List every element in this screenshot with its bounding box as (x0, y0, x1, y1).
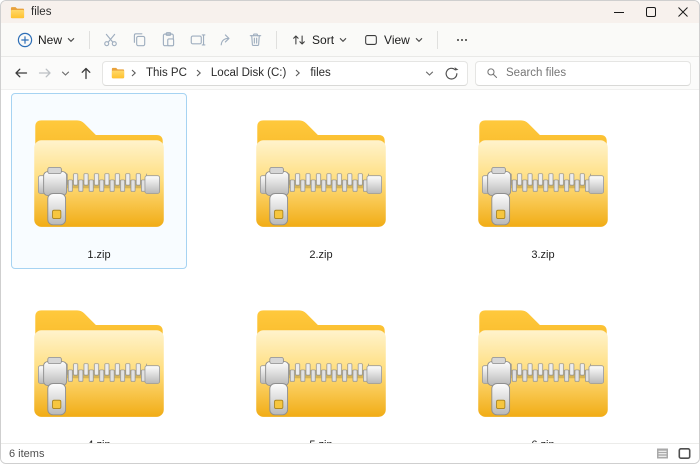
toolbar-divider (436, 30, 438, 49)
view-button[interactable]: View (355, 27, 431, 53)
forward-icon (37, 65, 53, 81)
delete-button[interactable] (241, 27, 270, 53)
chevron-down-icon (67, 37, 75, 43)
file-item-2zip[interactable]: 2.zip (233, 93, 409, 269)
breadcrumb-local-disk-c[interactable]: Local Disk (C:) (208, 66, 289, 80)
sort-button[interactable]: Sort (283, 27, 355, 53)
file-label: 3.zip (531, 249, 555, 261)
zip-folder-icon (252, 94, 390, 246)
navigation-bar: This PC Local Disk (C:) files (1, 57, 699, 90)
file-item-6zip[interactable]: 6.zip (455, 283, 631, 443)
chevron-down-icon (339, 37, 347, 43)
copy-icon (131, 31, 148, 48)
sort-icon (291, 32, 307, 48)
search-icon (485, 66, 499, 80)
new-plus-icon (17, 32, 33, 48)
refresh-icon[interactable] (444, 66, 459, 81)
file-label: 2.zip (309, 249, 333, 261)
large-icons-view-icon (677, 447, 691, 460)
close-icon (678, 7, 688, 17)
share-icon (218, 31, 235, 48)
command-bar: New Sort View (1, 23, 699, 57)
search-box[interactable] (475, 60, 691, 86)
file-explorer-window: files New Sort View This PC Local Disk (… (0, 0, 700, 464)
file-item-5zip[interactable]: 5.zip (233, 283, 409, 443)
new-button-label: New (38, 32, 63, 47)
close-button[interactable] (667, 1, 699, 23)
recent-locations-button[interactable] (57, 61, 73, 85)
details-view-button[interactable] (651, 445, 673, 463)
zip-folder-icon (30, 284, 168, 436)
paste-button[interactable] (154, 27, 183, 53)
address-dropdown-button[interactable] (425, 70, 434, 77)
file-label: 1.zip (87, 249, 111, 261)
chevron-down-icon (415, 37, 423, 43)
folder-icon (111, 66, 125, 80)
back-icon (13, 65, 29, 81)
view-button-label: View (384, 32, 410, 47)
view-icon (363, 32, 379, 48)
chevron-right-icon (193, 69, 205, 77)
file-item-4zip[interactable]: 4.zip (11, 283, 187, 443)
search-input[interactable] (506, 67, 681, 79)
large-icons-view-button[interactable] (673, 445, 695, 463)
file-item-3zip[interactable]: 3.zip (455, 93, 631, 269)
file-item-1zip[interactable]: 1.zip (11, 93, 187, 269)
minimize-button[interactable] (603, 1, 635, 23)
folder-icon (10, 5, 25, 20)
cut-icon (102, 31, 119, 48)
file-grid: 1.zip 2.zip 3.zip 4.zip 5.zip 6.zip (1, 90, 699, 443)
minimize-icon (614, 7, 624, 17)
chevron-right-icon (128, 69, 140, 77)
status-bar: 6 items (1, 443, 699, 463)
caption-buttons (603, 1, 699, 23)
more-options-button[interactable] (444, 27, 480, 53)
breadcrumb-files[interactable]: files (307, 66, 333, 80)
zip-folder-icon (252, 284, 390, 436)
chevron-down-icon (61, 70, 70, 77)
sort-button-label: Sort (312, 32, 335, 47)
rename-icon (189, 31, 206, 48)
forward-button[interactable] (33, 61, 56, 85)
up-icon (78, 65, 94, 81)
toolbar-divider (89, 30, 91, 49)
details-view-icon (656, 447, 669, 460)
share-button[interactable] (212, 27, 241, 53)
breadcrumb-this-pc[interactable]: This PC (143, 66, 190, 80)
delete-icon (247, 31, 264, 48)
zip-folder-icon (474, 94, 612, 246)
new-button[interactable]: New (9, 27, 83, 53)
cut-button[interactable] (96, 27, 125, 53)
more-options-icon (454, 32, 470, 48)
window-tab[interactable]: files (10, 5, 51, 20)
zip-folder-icon (30, 94, 168, 246)
address-bar[interactable]: This PC Local Disk (C:) files (102, 60, 468, 86)
maximize-icon (646, 7, 656, 17)
paste-icon (160, 31, 177, 48)
window-title: files (31, 6, 52, 18)
copy-button[interactable] (125, 27, 154, 53)
zip-folder-icon (474, 284, 612, 436)
chevron-right-icon (292, 69, 304, 77)
items-count: 6 items (9, 447, 45, 460)
toolbar-divider (276, 30, 278, 49)
rename-button[interactable] (183, 27, 212, 53)
title-bar: files (1, 1, 699, 23)
up-button[interactable] (74, 61, 97, 85)
maximize-button[interactable] (635, 1, 667, 23)
back-button[interactable] (9, 61, 32, 85)
